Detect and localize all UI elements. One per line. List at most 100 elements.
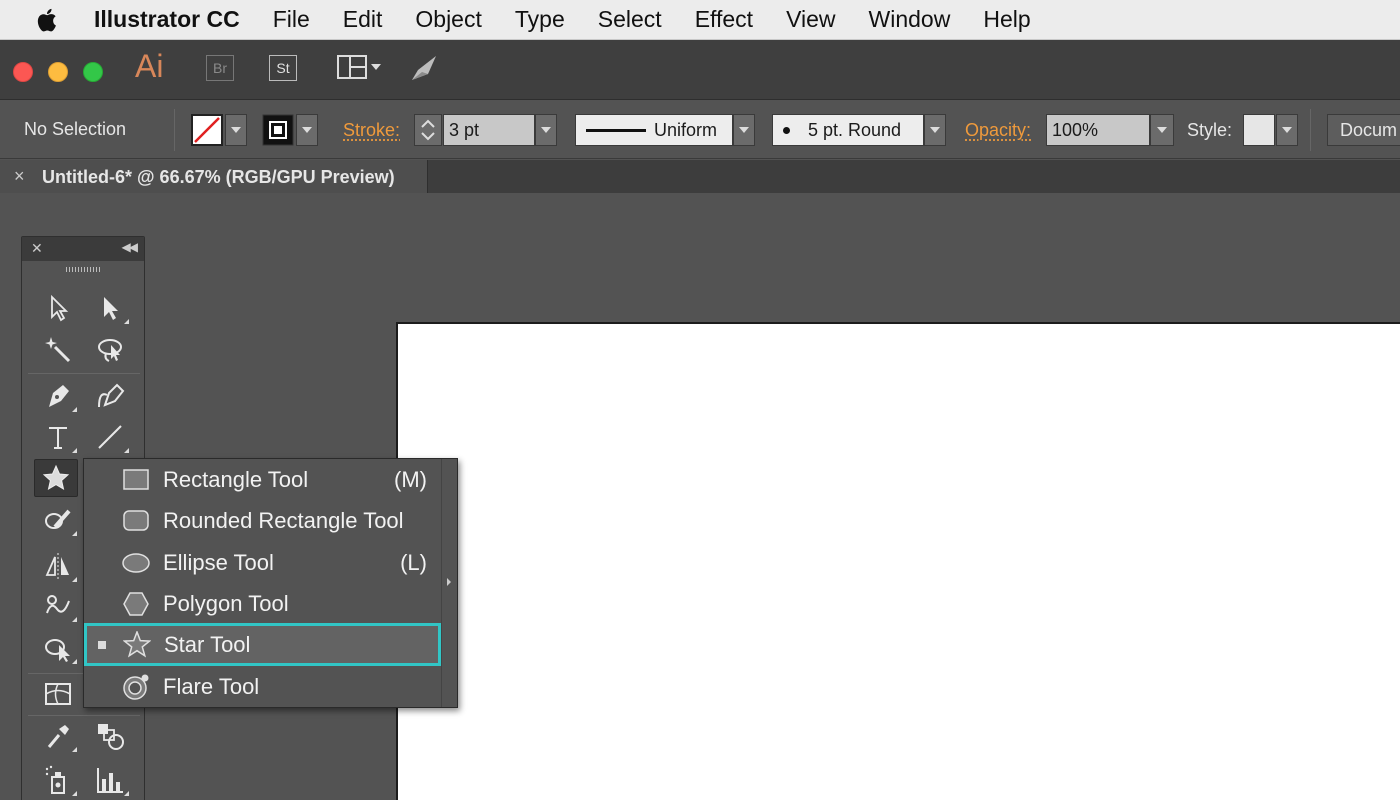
symbol-sprayer-icon <box>43 765 73 795</box>
flyout-indicator <box>72 791 77 796</box>
shaper-icon <box>43 505 73 535</box>
reflect-tool[interactable] <box>36 547 80 585</box>
selection-arrow-icon <box>43 293 73 323</box>
lasso-tool[interactable] <box>88 331 132 369</box>
shape-tools-flyout: Rectangle Tool (M) Rounded Rectangle Too… <box>83 458 458 708</box>
flyout-item-label: Star Tool <box>164 632 250 658</box>
flyout-indicator <box>72 577 77 582</box>
menu-select[interactable]: Select <box>598 6 662 33</box>
close-panel-icon[interactable]: ✕ <box>31 240 43 257</box>
direct-selection-tool[interactable] <box>88 289 132 327</box>
column-graph-icon <box>95 765 125 795</box>
stroke-weight-dropdown[interactable] <box>535 114 557 146</box>
flyout-rectangle-tool[interactable]: Rectangle Tool (M) <box>84 459 441 500</box>
panel-grip[interactable] <box>66 267 100 272</box>
flyout-indicator <box>124 448 129 453</box>
flyout-indicator <box>124 791 129 796</box>
menu-effect[interactable]: Effect <box>695 6 753 33</box>
line-segment-tool[interactable] <box>88 418 132 456</box>
document-title: Untitled-6* @ 66.67% (RGB/GPU Preview) <box>42 167 395 188</box>
direct-selection-arrow-icon <box>95 293 125 323</box>
flyout-polygon-tool[interactable]: Polygon Tool <box>84 583 441 624</box>
graphic-style-swatch[interactable] <box>1243 114 1275 146</box>
stroke-weight-input[interactable]: 3 pt <box>443 114 535 146</box>
flyout-rounded-rectangle-tool[interactable]: Rounded Rectangle Tool <box>84 500 441 541</box>
tearoff-strip[interactable] <box>441 459 457 707</box>
fill-dropdown-button[interactable] <box>225 114 247 146</box>
menu-type[interactable]: Type <box>515 6 565 33</box>
close-tab-icon[interactable]: × <box>14 166 25 187</box>
divider <box>1310 109 1311 151</box>
stroke-swatch-icon[interactable] <box>262 114 294 146</box>
star-icon <box>41 463 71 493</box>
flyout-star-tool[interactable]: Star Tool <box>85 624 440 665</box>
menu-object[interactable]: Object <box>415 6 481 33</box>
document-tab[interactable]: × Untitled-6* @ 66.67% (RGB/GPU Preview) <box>0 160 428 193</box>
fill-swatch-icon[interactable] <box>191 114 223 146</box>
symbol-sprayer-tool[interactable] <box>36 761 80 799</box>
blend-tool[interactable] <box>88 717 132 755</box>
column-graph-tool[interactable] <box>88 761 132 799</box>
stroke-label[interactable]: Stroke: <box>343 120 400 141</box>
document-setup-button[interactable]: Docum <box>1327 114 1400 146</box>
star-tool-active[interactable] <box>34 459 78 497</box>
brush-dropdown[interactable] <box>924 114 946 146</box>
collapse-panel-icon[interactable]: ◀◀ <box>122 240 136 254</box>
tools-panel-header[interactable]: ✕ ◀◀ <box>22 237 144 261</box>
polygon-icon <box>122 590 150 618</box>
window-close-button[interactable] <box>13 62 33 82</box>
selection-status: No Selection <box>24 119 126 140</box>
window-maximize-button[interactable] <box>83 62 103 82</box>
opacity-arrow-button[interactable] <box>1150 114 1174 146</box>
pen-tool[interactable] <box>36 377 80 415</box>
stepper-arrows-icon <box>415 115 441 145</box>
tools-divider <box>28 373 140 374</box>
warp-tool[interactable] <box>36 587 80 625</box>
flyout-item-label: Rectangle Tool <box>163 467 308 493</box>
flyout-ellipse-tool[interactable]: Ellipse Tool (L) <box>84 542 441 583</box>
flyout-indicator <box>72 407 77 412</box>
stock-button[interactable]: St <box>269 55 297 81</box>
mesh-tool[interactable] <box>36 675 80 713</box>
magic-wand-tool[interactable] <box>36 331 80 369</box>
rounded-rectangle-icon <box>122 507 150 535</box>
type-tool[interactable] <box>36 418 80 456</box>
brush-label: 5 pt. Round <box>808 120 901 141</box>
stroke-weight-stepper[interactable] <box>414 114 442 146</box>
arrange-documents-icon[interactable] <box>336 54 386 82</box>
apple-icon[interactable] <box>34 6 62 34</box>
eyedropper-tool[interactable] <box>36 717 80 755</box>
profile-dropdown[interactable] <box>733 114 755 146</box>
brush-definition[interactable]: 5 pt. Round <box>772 114 924 146</box>
menu-edit[interactable]: Edit <box>343 6 383 33</box>
shaper-tool[interactable] <box>36 501 80 539</box>
menu-file[interactable]: File <box>273 6 310 33</box>
menu-view[interactable]: View <box>786 6 835 33</box>
profile-label: Uniform <box>654 120 717 141</box>
style-dropdown[interactable] <box>1276 114 1298 146</box>
reflect-icon <box>43 551 73 581</box>
flyout-indicator <box>72 617 77 622</box>
flyout-item-shortcut: (L) <box>400 550 427 576</box>
shape-builder-tool[interactable] <box>36 629 80 667</box>
magic-wand-icon <box>43 335 73 365</box>
flyout-flare-tool[interactable]: Flare Tool <box>84 666 441 707</box>
menu-app-name[interactable]: Illustrator CC <box>94 6 240 33</box>
eyedropper-icon <box>43 721 73 751</box>
flyout-indicator <box>72 659 77 664</box>
flyout-item-label: Polygon Tool <box>163 591 289 617</box>
menu-window[interactable]: Window <box>869 6 951 33</box>
bridge-button[interactable]: Br <box>206 55 234 81</box>
send-to-behance-icon[interactable] <box>408 52 444 86</box>
menu-bar: Illustrator CC File Edit Object Type Sel… <box>0 0 1400 40</box>
stroke-dropdown-button[interactable] <box>296 114 318 146</box>
menu-help[interactable]: Help <box>983 6 1030 33</box>
curvature-tool[interactable] <box>88 377 132 415</box>
variable-width-profile[interactable]: Uniform <box>575 114 733 146</box>
window-minimize-button[interactable] <box>48 62 68 82</box>
opacity-label[interactable]: Opacity: <box>965 120 1031 141</box>
selection-tool[interactable] <box>36 289 80 327</box>
artboard[interactable] <box>396 322 1400 800</box>
brush-dot-icon <box>783 127 790 134</box>
opacity-input[interactable]: 100% <box>1046 114 1150 146</box>
